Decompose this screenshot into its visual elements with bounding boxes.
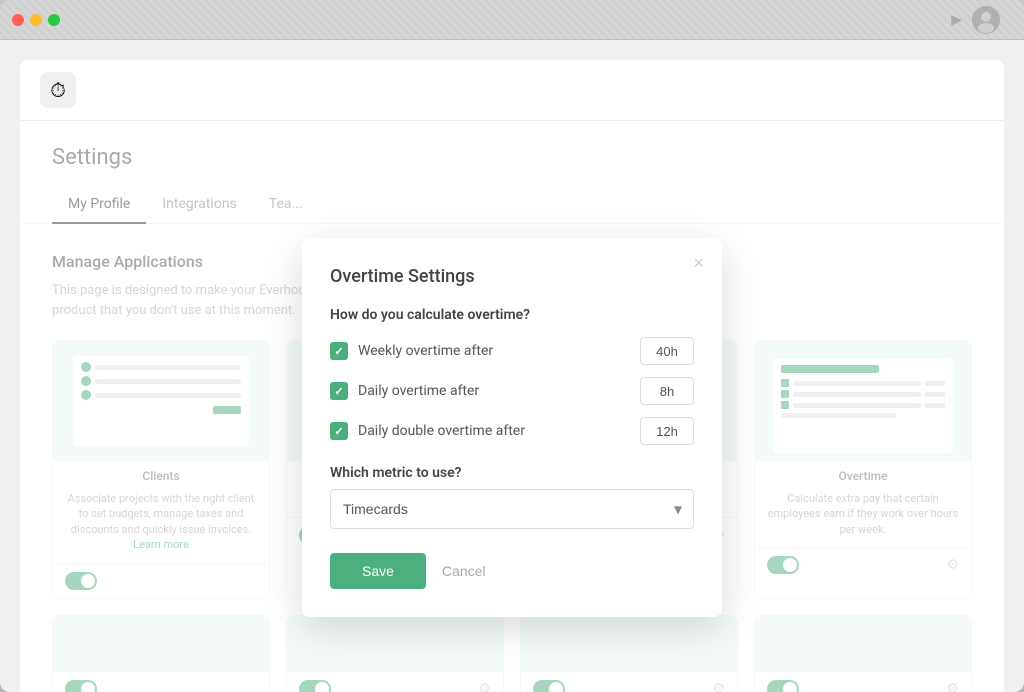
overtime-modal: Overtime Settings × How do you calculate…: [302, 238, 722, 617]
logo-icon: ⏱: [50, 78, 66, 102]
maximize-button[interactable]: [48, 14, 60, 26]
app-header: ⏱: [20, 60, 1004, 121]
metric-select[interactable]: Timecards Scheduled hours Manual hours: [330, 489, 694, 529]
double-overtime-row: Daily double overtime after: [330, 417, 694, 445]
weekly-overtime-row: Weekly overtime after: [330, 337, 694, 365]
daily-overtime-row: Daily overtime after: [330, 377, 694, 405]
weekly-input[interactable]: [640, 337, 694, 365]
user-avatar[interactable]: [972, 6, 1000, 34]
nav-arrow-icon[interactable]: ▶: [951, 12, 962, 28]
app-logo: ⏱: [40, 72, 76, 108]
close-button[interactable]: [12, 14, 24, 26]
daily-checkbox[interactable]: [330, 382, 348, 400]
browser-window: ▶ ⏱ Settings My Profile: [0, 0, 1024, 692]
overtime-question: How do you calculate overtime?: [330, 307, 694, 323]
header-left: ⏱: [40, 72, 76, 108]
double-input[interactable]: [640, 417, 694, 445]
double-label: Daily double overtime after: [358, 423, 630, 439]
app-main: Settings My Profile Integrations Tea... …: [20, 121, 1004, 692]
weekly-label: Weekly overtime after: [358, 343, 630, 359]
modal-title: Overtime Settings: [330, 266, 694, 287]
modal-overlay: Overtime Settings × How do you calculate…: [20, 121, 1004, 692]
minimize-button[interactable]: [30, 14, 42, 26]
traffic-lights: [12, 14, 60, 26]
browser-toolbar: ▶: [60, 6, 1012, 34]
browser-content: ⏱ Settings My Profile Integrations Tea..…: [0, 40, 1024, 692]
metric-section: Which metric to use? Timecards Scheduled…: [330, 465, 694, 529]
titlebar: ▶: [0, 0, 1024, 40]
modal-close-button[interactable]: ×: [693, 254, 704, 272]
metric-select-wrapper: Timecards Scheduled hours Manual hours ▾: [330, 489, 694, 529]
daily-input[interactable]: [640, 377, 694, 405]
double-checkbox[interactable]: [330, 422, 348, 440]
weekly-checkbox[interactable]: [330, 342, 348, 360]
metric-label: Which metric to use?: [330, 465, 694, 481]
daily-label: Daily overtime after: [358, 383, 630, 399]
modal-footer: Save Cancel: [330, 553, 694, 589]
save-button[interactable]: Save: [330, 553, 426, 589]
cancel-button[interactable]: Cancel: [442, 563, 486, 579]
